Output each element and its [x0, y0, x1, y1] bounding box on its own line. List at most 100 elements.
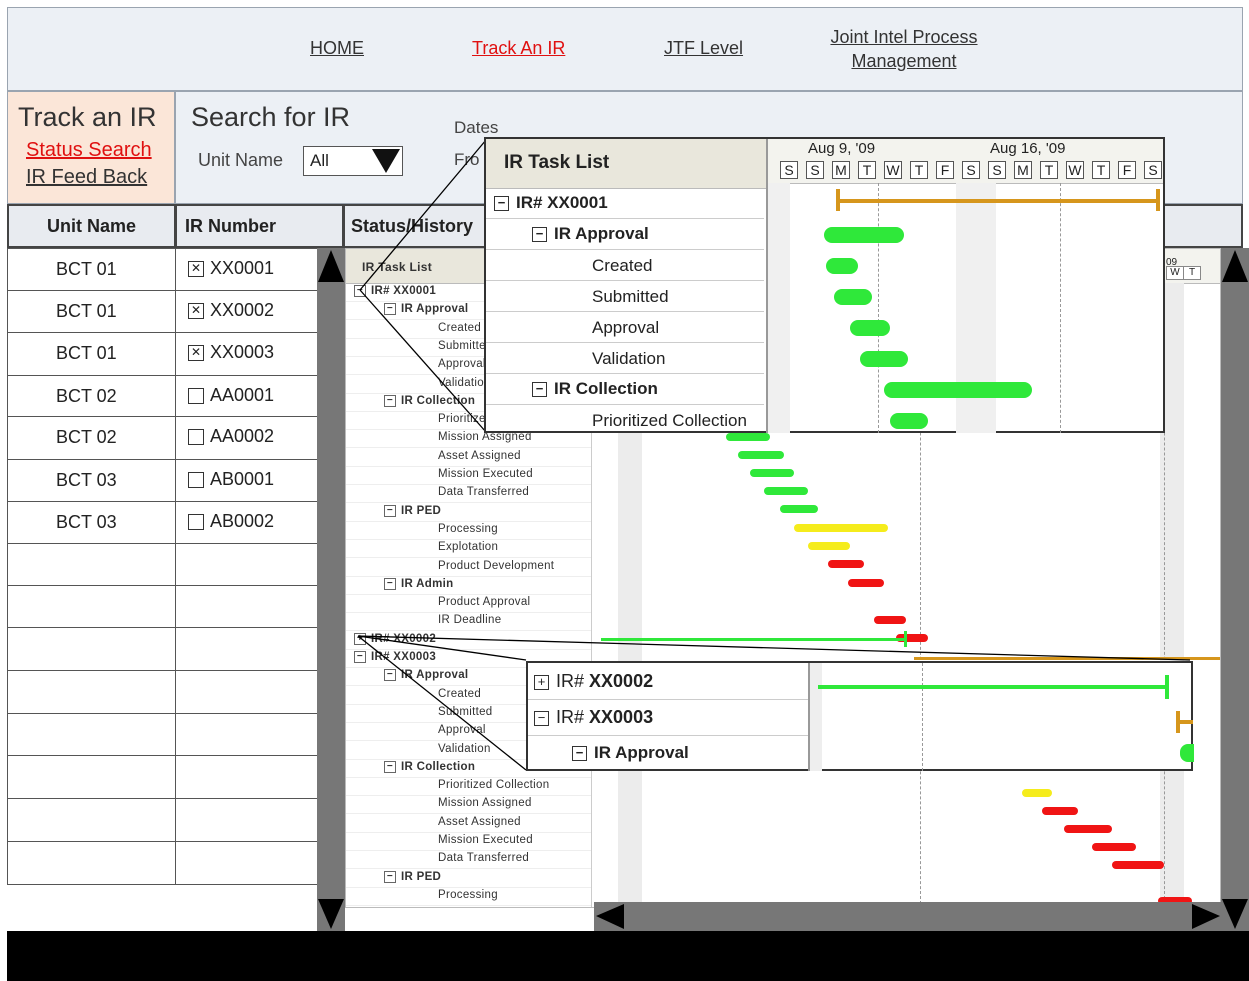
collapse-icon[interactable]: −	[534, 710, 549, 726]
gantt-bar[interactable]	[808, 542, 850, 550]
checkbox-checked-icon[interactable]: ✕	[188, 303, 204, 320]
scroll-up-icon[interactable]	[1221, 248, 1249, 284]
gantt-bar[interactable]	[1112, 861, 1164, 869]
status-search-link[interactable]: Status Search	[26, 139, 152, 162]
checkbox-icon[interactable]	[188, 429, 204, 446]
gantt-task-row[interactable]: Asset Assigned	[346, 814, 591, 833]
collapse-icon[interactable]: −	[384, 669, 396, 682]
bar-approval[interactable]	[850, 320, 890, 336]
bar-submitted[interactable]	[834, 289, 872, 305]
gantt-task-row[interactable]: Mission Executed	[346, 832, 591, 851]
scroll-right-icon[interactable]	[1190, 902, 1222, 931]
collapse-icon[interactable]: −	[572, 746, 587, 762]
checkbox-icon[interactable]	[188, 388, 204, 405]
gantt-task-row[interactable]: Processing	[346, 887, 591, 906]
gantt-bar[interactable]	[828, 560, 864, 568]
gantt-task-row[interactable]: Data Transferred	[346, 850, 591, 870]
gantt-task-row[interactable]: Product Approval	[346, 594, 591, 614]
nav-home-link[interactable]: HOME	[310, 38, 364, 59]
gantt-bar[interactable]	[874, 616, 906, 624]
gantt-bar[interactable]	[738, 451, 784, 459]
collapse-icon[interactable]: −	[354, 651, 366, 663]
ir-select[interactable]: AA0002	[188, 426, 274, 447]
gantt-task-row[interactable]: Asset Assigned	[346, 448, 591, 467]
bar-xx0002[interactable]	[818, 685, 1168, 689]
checkbox-icon[interactable]	[188, 472, 204, 489]
expand-icon[interactable]: +	[354, 632, 366, 645]
collapse-icon[interactable]: −	[494, 196, 509, 212]
ir-select[interactable]: AB0002	[188, 511, 274, 532]
ir-select[interactable]: AB0001	[188, 469, 274, 490]
table-vertical-scrollbar[interactable]	[317, 248, 345, 931]
bar-validation[interactable]	[860, 351, 908, 367]
gantt-task-row[interactable]: Explotation	[346, 539, 591, 559]
ir-select[interactable]: ✕ XX0003	[188, 342, 274, 363]
collapse-icon[interactable]: −	[384, 303, 396, 316]
gantt-bar[interactable]	[1064, 825, 1112, 833]
zoom-row-ir[interactable]: − IR# XX0001	[486, 188, 764, 219]
nav-track-link[interactable]: Track An IR	[472, 38, 565, 59]
collapse-icon[interactable]: −	[384, 870, 396, 883]
gantt-task-row[interactable]: − IR Admin	[346, 576, 591, 595]
gantt-task-row[interactable]: Mission Executed	[346, 466, 591, 485]
feed-back-link[interactable]: IR Feed Back	[26, 166, 147, 189]
bar-xx0003[interactable]	[1178, 720, 1193, 724]
gantt-task-row[interactable]: − IR PED	[346, 503, 591, 522]
checkbox-checked-icon[interactable]: ✕	[188, 345, 204, 362]
bar-ir-collection[interactable]	[884, 382, 1032, 398]
collapse-icon[interactable]: −	[384, 577, 396, 590]
ir-select[interactable]: ✕ XX0002	[188, 300, 274, 321]
gantt-task-row[interactable]: Prioritized Collection	[346, 777, 591, 797]
zoom-row-prioritized[interactable]: Prioritized Collection	[486, 405, 764, 436]
gantt-task-row[interactable]: Mission Assigned	[346, 795, 591, 815]
scroll-left-icon[interactable]	[594, 902, 626, 931]
gantt-bar[interactable]	[750, 469, 794, 477]
gantt-bar[interactable]	[780, 505, 818, 513]
gantt-bar[interactable]	[1042, 807, 1078, 815]
gantt-bar-xx0003[interactable]	[914, 657, 1220, 660]
collapse-icon[interactable]: −	[354, 285, 366, 297]
gantt-vertical-scrollbar[interactable]	[1221, 248, 1249, 931]
collapse-icon[interactable]: −	[384, 760, 396, 773]
zoom-row-approval[interactable]: − IR Approval	[486, 219, 764, 250]
unit-name-select[interactable]: All	[303, 146, 403, 176]
ir-select[interactable]: AA0001	[188, 385, 274, 406]
collapse-icon[interactable]: −	[384, 504, 396, 517]
checkbox-icon[interactable]	[188, 514, 204, 531]
gantt-task-row[interactable]: + IR# XX0002	[346, 631, 591, 650]
gantt-bar[interactable]	[1092, 843, 1136, 851]
gantt-bar[interactable]	[1022, 789, 1052, 797]
nav-joint-intel-link[interactable]: Joint Intel Process Management	[824, 25, 984, 73]
scroll-down-icon[interactable]	[1221, 897, 1249, 931]
gantt-bar[interactable]	[764, 487, 808, 495]
bar-approval-2[interactable]	[1180, 744, 1194, 762]
collapse-icon[interactable]: −	[384, 394, 396, 407]
ir-select[interactable]: ✕ XX0001	[188, 258, 274, 279]
dropdown-arrow-icon[interactable]	[370, 147, 402, 175]
gantt-bar[interactable]	[794, 524, 888, 532]
nav-jtf-link[interactable]: JTF Level	[664, 38, 743, 59]
bar-created[interactable]	[826, 258, 858, 274]
zoom-row-approval-2[interactable]: − IR Approval	[528, 735, 808, 771]
scroll-down-icon[interactable]	[317, 897, 345, 931]
zoom-row-validation[interactable]: Validation	[486, 343, 764, 374]
scroll-up-icon[interactable]	[317, 248, 345, 284]
gantt-task-row[interactable]: Product Development	[346, 558, 591, 577]
gantt-task-row[interactable]: Processing	[346, 521, 591, 540]
collapse-icon[interactable]: −	[532, 227, 547, 243]
bar-ir-approval[interactable]	[824, 227, 904, 243]
checkbox-checked-icon[interactable]: ✕	[188, 261, 204, 278]
zoom-row-submitted[interactable]: Submitted	[486, 281, 764, 312]
gantt-task-row[interactable]: − IR PED	[346, 869, 591, 888]
gantt-bar-xx0002[interactable]	[601, 638, 907, 641]
zoom-row-approval-task[interactable]: Approval	[486, 312, 764, 343]
collapse-icon[interactable]: −	[532, 382, 547, 398]
expand-icon[interactable]: +	[534, 674, 549, 690]
gantt-horizontal-scrollbar[interactable]	[594, 902, 1222, 931]
zoom-row-created[interactable]: Created	[486, 250, 764, 281]
zoom-row-xx0003[interactable]: − IR# XX0003	[528, 699, 808, 736]
gantt-task-row[interactable]: IR Deadline	[346, 612, 591, 632]
gantt-bar[interactable]	[848, 579, 884, 587]
gantt-task-row[interactable]: Data Transferred	[346, 484, 591, 504]
bar-prioritized[interactable]	[890, 413, 928, 429]
